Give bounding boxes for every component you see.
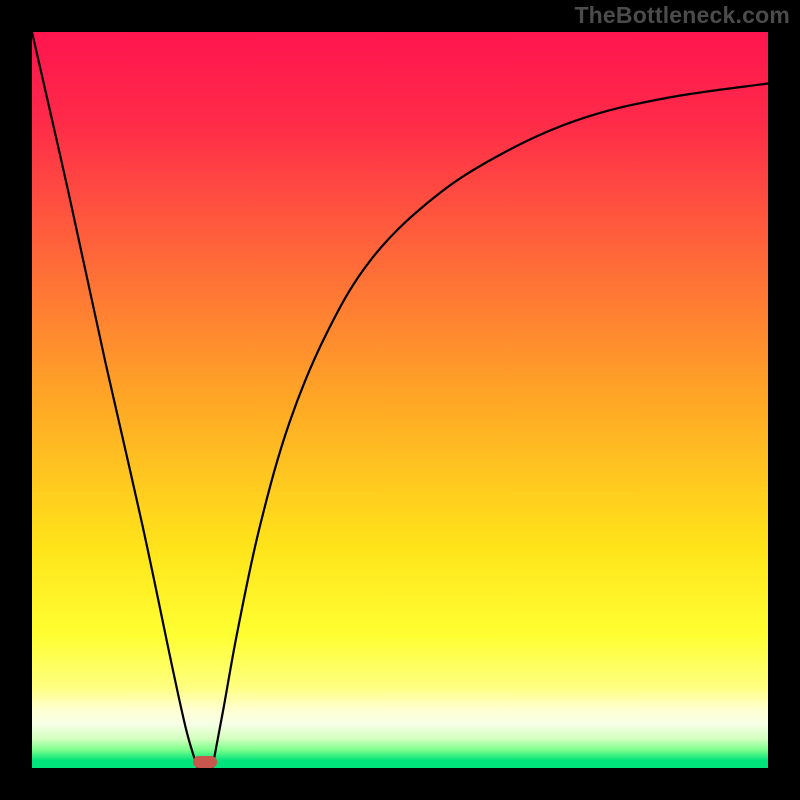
optimal-marker [193, 756, 217, 768]
chart-frame: TheBottleneck.com [0, 0, 800, 800]
bottleneck-curve [32, 32, 768, 768]
watermark-text: TheBottleneck.com [574, 2, 790, 29]
plot-area [32, 32, 768, 768]
